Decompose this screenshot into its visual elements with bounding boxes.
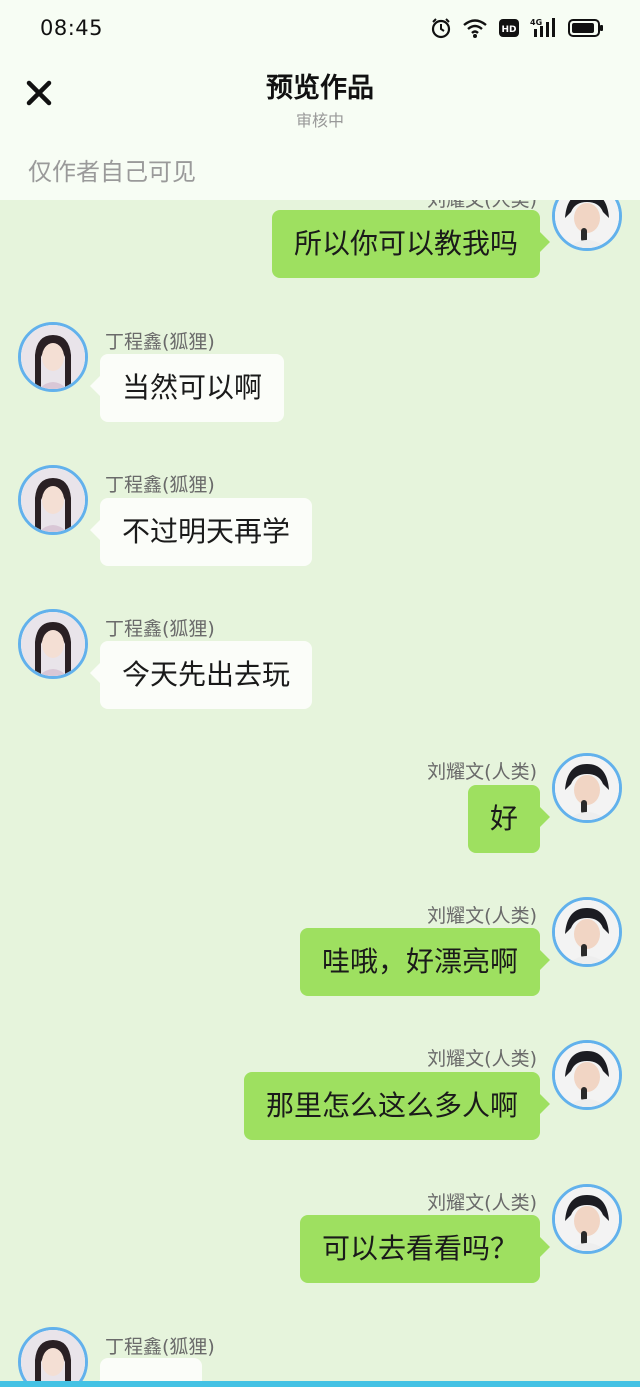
message-bubble[interactable]: 哇哦，好漂亮啊	[299, 928, 551, 996]
avatar-human[interactable]	[552, 753, 622, 823]
message-bubble[interactable]: 那里怎么这么多人啊	[243, 1072, 551, 1140]
header: 预览作品 审核中 仅作者自己可见	[0, 56, 640, 200]
message-sender: 刘耀文(人类)	[427, 1192, 537, 1214]
message-sender: 刘耀文(人类)	[427, 761, 537, 783]
avatar-human[interactable]	[552, 1040, 622, 1110]
cellular-signal-icon: 4G	[530, 17, 558, 39]
review-status: 审核中	[295, 111, 344, 130]
avatar-human[interactable]	[552, 897, 622, 967]
page-title: 预览作品	[266, 73, 374, 104]
visibility-note: 仅作者自己可见	[28, 158, 196, 186]
wifi-icon	[462, 17, 488, 39]
message-bubble[interactable]: 不过明天再学	[89, 498, 313, 566]
message-sender: 丁程鑫(狐狸)	[105, 474, 215, 496]
message-sender: 刘耀文(人类)	[427, 905, 537, 927]
alarm-icon	[430, 17, 452, 39]
status-time: 08:45	[40, 16, 104, 40]
status-icons: HD 4G	[430, 17, 604, 39]
svg-text:HD: HD	[501, 25, 516, 35]
message-sender: 丁程鑫(狐狸)	[105, 1336, 215, 1358]
message-bubble[interactable]: 可以去看看吗？	[299, 1215, 551, 1283]
message-sender: 丁程鑫(狐狸)	[105, 618, 215, 640]
avatar-fox[interactable]	[18, 465, 88, 535]
avatar-human[interactable]	[552, 1184, 622, 1254]
status-bar: 08:45 HD 4G	[0, 0, 640, 56]
message-sender: 丁程鑫(狐狸)	[105, 331, 215, 353]
svg-text:4G: 4G	[530, 18, 542, 27]
message-bubble[interactable]: 好	[467, 785, 551, 853]
message-bubble[interactable]: 所以你可以教我吗	[271, 210, 551, 278]
chat-area[interactable]: 刘耀文(人类) 所以你可以教我吗 丁程鑫(狐狸) 当然可以啊 丁程鑫(狐狸) 不…	[0, 0, 640, 1387]
message-bubble[interactable]: 今天先出去玩	[89, 641, 313, 709]
avatar-fox[interactable]	[18, 609, 88, 679]
avatar-fox[interactable]	[18, 322, 88, 392]
battery-icon	[568, 18, 604, 38]
message-bubble[interactable]: 当然可以啊	[89, 354, 285, 422]
message-sender: 刘耀文(人类)	[427, 1048, 537, 1070]
hd-icon: HD	[498, 18, 520, 38]
bottom-accent-bar	[0, 1381, 640, 1387]
avatar-fox[interactable]	[18, 1327, 88, 1387]
